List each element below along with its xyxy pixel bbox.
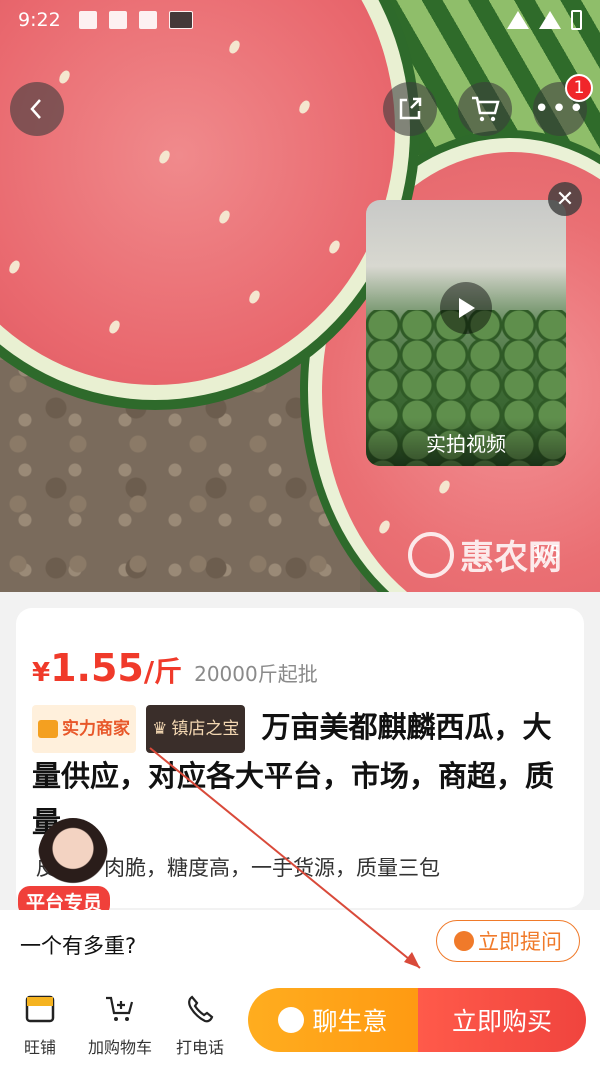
video-caption: 实拍视频 — [366, 418, 566, 466]
watermark-logo-icon — [408, 531, 454, 578]
app-icon — [168, 11, 193, 29]
shop-icon — [25, 995, 55, 1023]
buy-now-label: 立即购买 — [451, 1007, 552, 1036]
more-button[interactable]: ••• 1 — [533, 74, 593, 136]
image-pager: 1/5 — [532, 542, 561, 563]
add-to-cart-label: 加购物车 — [87, 1038, 152, 1057]
battery-icon — [571, 10, 582, 30]
price-value: 1.55 — [50, 646, 144, 690]
close-icon: ✕ — [555, 186, 575, 212]
product-title-block: 实力商家 ♛ 镇店之宝 万亩美都麒麟西瓜，大量供应，对应各大平台，市场，商超，质… — [32, 704, 572, 845]
share-icon — [399, 97, 422, 120]
question-bar: 一个有多重? 立即提问 — [0, 910, 600, 976]
strength-merchant-badge: 实力商家 — [32, 705, 136, 753]
status-bar: 9:22 — [0, 0, 600, 40]
price-currency: ¥ — [32, 658, 51, 688]
crown-icon: ♛ — [152, 719, 168, 739]
store-treasure-badge: ♛ 镇店之宝 — [146, 705, 246, 753]
status-system-icons — [507, 10, 582, 30]
product-description: 肉脆，糖度高，一手货源，质量三包 — [104, 856, 440, 880]
back-button[interactable] — [10, 82, 64, 136]
shop-button[interactable]: 旺铺 — [4, 994, 76, 1058]
signal-icon — [539, 11, 561, 29]
wifi-icon — [507, 11, 529, 29]
call-button[interactable]: 打电话 — [164, 994, 236, 1058]
add-cart-icon — [106, 996, 134, 1021]
strength-merchant-label: 实力商家 — [62, 719, 130, 739]
store-treasure-label: 镇店之宝 — [171, 719, 240, 739]
ask-now-label: 立即提问 — [478, 930, 562, 954]
ask-now-button[interactable]: 立即提问 — [436, 920, 580, 962]
more-dots-icon: ••• — [533, 94, 586, 124]
share-button[interactable] — [383, 82, 437, 136]
call-label: 打电话 — [175, 1038, 224, 1057]
price-row: ¥ 1.55 /斤 20000斤起批 — [32, 646, 318, 690]
font-icon — [138, 11, 157, 29]
status-time: 9:22 — [18, 9, 61, 31]
live-video-preview[interactable]: 实拍视频 — [366, 200, 566, 466]
play-icon[interactable] — [440, 282, 492, 334]
min-order: 20000斤起批 — [194, 662, 318, 686]
shop-label: 旺铺 — [23, 1038, 56, 1057]
smile-icon — [454, 931, 474, 951]
image-icon — [78, 11, 97, 29]
notification-badge: 1 — [565, 74, 593, 102]
phone-icon — [188, 995, 214, 1023]
download-icon — [108, 11, 127, 29]
status-notification-icons — [78, 11, 193, 29]
add-to-cart-button[interactable]: 加购物车 — [84, 994, 156, 1058]
cart-button[interactable] — [458, 82, 512, 136]
bottom-action-bar: 旺铺 加购物车 打电话 聊生意 立即购买 — [0, 976, 600, 1066]
chat-button[interactable]: 聊生意 — [248, 988, 418, 1052]
chat-icon — [278, 1007, 305, 1033]
chevron-left-icon — [30, 99, 41, 119]
platform-agent-avatar[interactable] — [38, 818, 108, 894]
price-unit: /斤 — [143, 655, 183, 688]
chat-label: 聊生意 — [312, 1007, 388, 1036]
buy-now-button[interactable]: 立即购买 — [418, 988, 586, 1052]
cart-icon — [472, 96, 500, 122]
question-text[interactable]: 一个有多重? — [20, 930, 136, 960]
close-video-button[interactable]: ✕ — [548, 182, 582, 216]
crown-icon — [38, 720, 58, 738]
